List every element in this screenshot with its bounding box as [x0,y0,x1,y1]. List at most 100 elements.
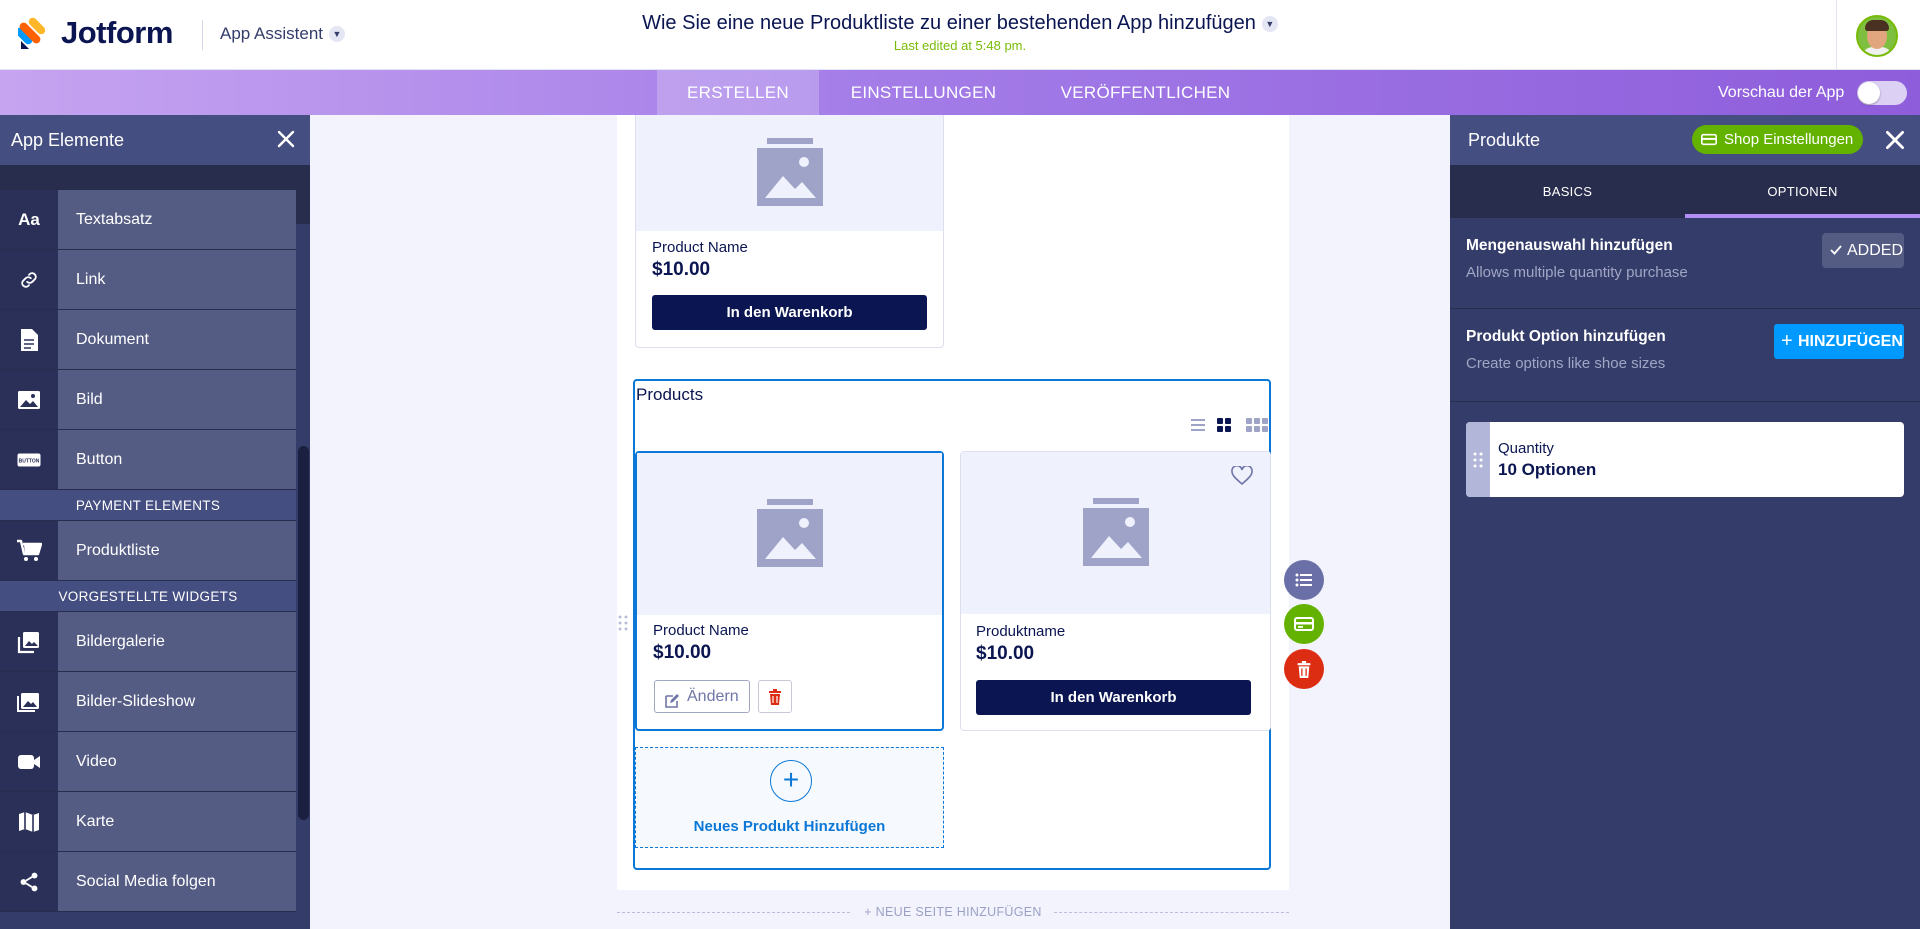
product-image [961,452,1270,614]
product-name: Produktname [976,623,1066,640]
widget-social-media-folgen[interactable]: Social Media folgen [0,852,296,912]
added-label: ADDED [1847,242,1904,259]
preview-label: Vorschau der App [1718,84,1845,101]
gallery-icon [0,612,58,671]
add-product-label: Neues Produkt Hinzufügen [693,818,886,835]
add-to-cart-button[interactable]: In den Warenkorb [976,680,1251,715]
widget-label: Bildergalerie [58,612,296,671]
checkmark-icon [1830,234,1842,269]
widget-label: Bilder-Slideshow [58,672,296,731]
tab-erstellen[interactable]: ERSTELLEN [657,70,819,115]
scrollbar-thumb[interactable] [298,446,309,820]
products-title: Products [636,385,704,404]
product-card-selected[interactable]: Product Name $10.00 Ändern [635,451,944,731]
element-label: Button [58,430,296,489]
list-layout-icon[interactable] [1190,417,1206,438]
panel-title: App Elemente [11,130,125,150]
close-icon[interactable] [274,127,298,151]
widget-video[interactable]: Video [0,732,296,792]
add-new-page-label: + NEUE SEITE HINZUFÜGEN [864,905,1042,919]
drag-handle-icon[interactable] [618,614,628,637]
link-icon [0,250,58,309]
text-icon: Aa [0,190,58,249]
small-grid-layout-icon[interactable] [1245,417,1271,438]
tab-einstellungen[interactable]: EINSTELLUNGEN [836,70,1011,115]
element-properties-button[interactable] [1284,560,1324,600]
panel-scrollbar[interactable] [297,224,310,929]
element-dokument[interactable]: Dokument [0,310,296,370]
add-new-page[interactable]: + NEUE SEITE HINZUFÜGEN [617,903,1289,923]
drag-handle-icon[interactable] [1466,422,1490,497]
element-label: Bild [58,370,296,429]
element-label: Link [58,250,296,309]
option-card-quantity[interactable]: Quantity 10 Optionen [1466,422,1904,497]
main-nav: ERSTELLEN EINSTELLUNGEN VERÖFFENTLICHEN … [0,70,1920,115]
element-link[interactable]: Link [0,250,296,310]
element-button[interactable]: BUTTON Button [0,430,296,490]
widget-label: Karte [58,792,296,851]
trash-icon [1297,660,1311,678]
tab-optionen[interactable]: OPTIONEN [1685,165,1920,218]
element-bild[interactable]: Bild [0,370,296,430]
product-card[interactable]: Product Name $10.00 In den Warenkorb [635,115,944,348]
preview-toggle[interactable] [1857,81,1907,105]
product-image [636,115,943,231]
widget-label: Social Media folgen [58,852,296,911]
products-list-element[interactable]: Products Product Name $10.00 Ändern Prod… [633,379,1271,870]
list-icon [1295,573,1312,587]
product-name: Product Name [652,239,748,256]
added-button[interactable]: ADDED [1822,233,1904,268]
product-name: Product Name [653,622,749,639]
delete-element-button[interactable] [1284,649,1324,689]
panel-tabs: BASICS OPTIONEN [1450,165,1920,218]
widget-bilder-slideshow[interactable]: Bilder-Slideshow [0,672,296,732]
shop-settings-button[interactable]: Shop Einstellungen [1692,125,1864,154]
tab-basics[interactable]: BASICS [1450,165,1685,218]
svg-text:BUTTON: BUTTON [19,458,40,464]
plus-icon: + [1781,330,1793,352]
product-option-row: Produkt Option hinzufügen Create options… [1450,309,1920,402]
quantity-selector-title: Mengenauswahl hinzufügen [1466,237,1673,254]
share-icon [0,852,58,911]
close-icon[interactable] [1882,127,1908,153]
product-card[interactable]: Produktname $10.00 In den Warenkorb [960,451,1271,731]
document-title-text: Wie Sie eine neue Produktliste zu einer … [642,12,1256,34]
widget-label: Video [58,732,296,791]
plus-icon: + [770,760,812,802]
section-payment-elements: PAYMENT ELEMENTS [0,490,296,521]
app-elements-panel: App Elemente BASICS WIDGETS Aa Textabsat… [0,115,310,929]
heart-icon[interactable] [1231,464,1253,491]
avatar[interactable] [1856,15,1898,57]
document-icon [0,310,58,369]
image-placeholder-icon [1082,498,1149,566]
element-label: Produktliste [58,521,296,580]
product-option-subtitle: Create options like shoe sizes [1466,355,1666,372]
add-product-card[interactable]: + Neues Produkt Hinzufügen [635,747,944,848]
widget-bildergalerie[interactable]: Bildergalerie [0,612,296,672]
add-to-cart-button[interactable]: In den Warenkorb [652,295,927,330]
product-price: $10.00 [653,642,712,663]
element-produktliste[interactable]: Produktliste [0,521,296,581]
add-option-button[interactable]: + HINZUFÜGEN [1774,324,1904,359]
chevron-down-icon[interactable]: ▼ [1261,15,1278,32]
quantity-selector-row: Mengenauswahl hinzufügen Allows multiple… [1450,218,1920,309]
shop-settings-label: Shop Einstellungen [1724,131,1854,148]
element-textabsatz[interactable]: Aa Textabsatz [0,190,296,250]
cart-icon [0,521,58,580]
delete-product-button[interactable] [758,680,792,713]
button-icon: BUTTON [0,430,58,489]
tab-veroeffentlichen[interactable]: VERÖFFENTLICHEN [1043,70,1248,115]
edit-product-button[interactable]: Ändern [654,680,750,713]
grid-layout-icon[interactable] [1216,417,1232,438]
document-title[interactable]: Wie Sie eine neue Produktliste zu einer … [0,12,1920,35]
widget-karte[interactable]: Karte [0,792,296,852]
element-label: Textabsatz [58,190,296,249]
shop-settings-button[interactable] [1284,604,1324,644]
last-edited-status: Last edited at 5:48 pm. [893,38,1027,53]
product-properties-panel: Produkte Shop Einstellungen BASICS OPTIO… [1450,115,1920,929]
payment-card-icon [1701,133,1717,146]
product-price: $10.00 [652,259,711,280]
header-divider [1836,0,1837,70]
panel-header: Produkte Shop Einstellungen [1450,115,1920,165]
section-featured-widgets: VORGESTELLTE WIDGETS [0,581,296,612]
